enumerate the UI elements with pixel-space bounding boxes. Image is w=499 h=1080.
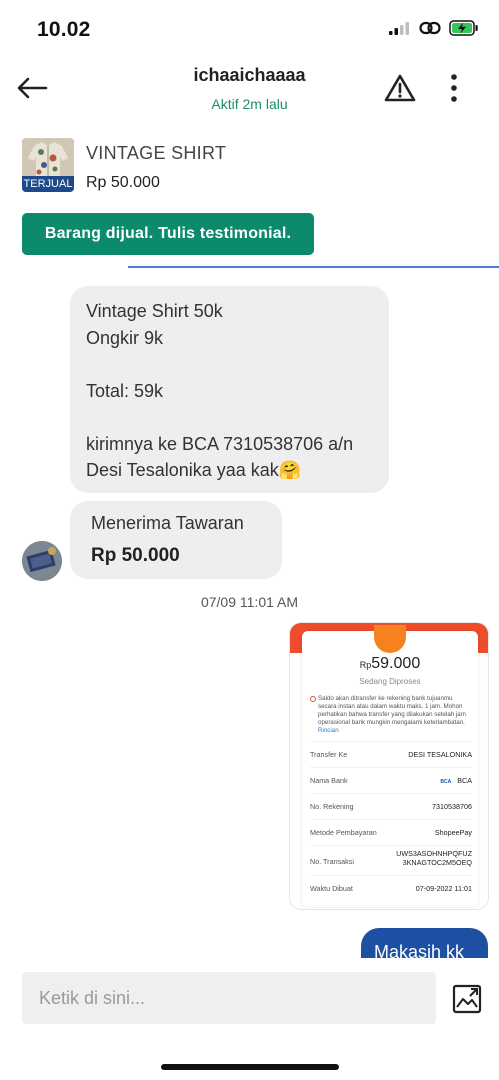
avatar-image xyxy=(22,541,62,581)
receipt-card: Rp59.000 Sedang Diproses Saldo akan ditr… xyxy=(302,625,478,907)
receipt-status-icon xyxy=(374,625,406,653)
transfer-receipt-image[interactable]: Rp59.000 Sedang Diproses Saldo akan ditr… xyxy=(289,622,489,910)
receipt-row-key: Nama Bank xyxy=(310,776,348,785)
receipt-currency: Rp xyxy=(359,660,372,670)
bank-name: BCA xyxy=(457,776,472,785)
report-button[interactable] xyxy=(380,68,420,108)
sold-badge: TERJUAL xyxy=(22,176,74,192)
receipt-row-value: ShopeePay xyxy=(434,828,472,837)
receipt-row: Transfer Ke DESI TESALONIKA xyxy=(310,741,472,765)
receipt-row-value: 7310538706 xyxy=(432,802,472,811)
offer-accepted-bubble[interactable]: Menerima Tawaran Rp 50.000 xyxy=(70,501,282,579)
chat-partner-name[interactable]: ichaaichaaaa xyxy=(0,65,499,86)
write-testimonial-button[interactable]: Barang dijual. Tulis testimonial. xyxy=(22,213,314,255)
message-timestamp: 07/09 11:01 AM xyxy=(200,594,299,610)
previous-message-edge xyxy=(128,266,499,268)
more-vertical-icon xyxy=(451,74,457,102)
product-card[interactable]: TERJUAL VINTAGE SHIRT Rp 50.000 xyxy=(22,138,482,198)
product-name: VINTAGE SHIRT xyxy=(86,143,227,163)
product-price: Rp 50.000 xyxy=(86,174,160,191)
receipt-note-text: Saldo akan ditransfer ke rekening bank t… xyxy=(318,695,466,726)
link-icon xyxy=(419,21,441,35)
receipt-row-value: BCA BCA xyxy=(440,776,472,785)
chat-partner-status: Aktif 2m lalu xyxy=(211,96,288,112)
battery-charging-icon xyxy=(449,20,478,36)
receipt-row-key: Transfer Ke xyxy=(310,750,348,759)
receipt-row-key: No. Transaksi xyxy=(310,857,354,866)
status-bar: 10.02 xyxy=(0,0,499,56)
home-indicator xyxy=(161,1064,339,1070)
receipt-amount-value: 59.000 xyxy=(371,655,421,672)
status-icons xyxy=(389,20,479,36)
message-input[interactable] xyxy=(22,972,436,1024)
receipt-row: No. Transaksi UWS3ASOHNHPQFUZ 3KNAGTOC2M… xyxy=(310,845,472,875)
offer-label: Menerima Tawaran xyxy=(91,513,244,533)
avatar[interactable] xyxy=(22,541,62,581)
receipt-amount: Rp59.000 xyxy=(302,655,478,673)
receipt-status: Sedang Diproses xyxy=(359,677,421,686)
signal-icon xyxy=(389,22,409,35)
receipt-row: No. Rekening 7310538706 xyxy=(310,793,472,817)
receipt-row-value: 07-09-2022 11:01 xyxy=(415,884,472,893)
offer-price: Rp 50.000 xyxy=(91,545,180,566)
message-bubble-incoming[interactable]: Vintage Shirt 50k Ongkir 9k Total: 59k k… xyxy=(70,286,389,493)
receipt-row-key: Metode Pembayaran xyxy=(310,828,377,837)
chat-header: ichaaichaaaa Aktif 2m lalu xyxy=(0,56,499,126)
receipt-row-key: Waktu Dibuat xyxy=(310,884,353,893)
info-icon xyxy=(310,696,316,702)
receipt-note-link: Rincian xyxy=(318,727,339,734)
composer-bar xyxy=(0,958,499,1080)
image-upload-icon xyxy=(452,984,482,1014)
product-thumbnail[interactable]: TERJUAL xyxy=(22,138,74,192)
receipt-note: Saldo akan ditransfer ke rekening bank t… xyxy=(310,695,472,735)
warning-icon xyxy=(384,74,416,102)
status-time: 10.02 xyxy=(37,18,91,41)
attach-image-button[interactable] xyxy=(448,980,486,1018)
receipt-row: Waktu Dibuat 07-09-2022 11:01 xyxy=(310,875,472,899)
receipt-row-value: DESI TESALONIKA xyxy=(408,750,472,759)
receipt-row-value: UWS3ASOHNHPQFUZ 3KNAGTOC2M5OEQ xyxy=(396,849,472,867)
bca-logo: BCA xyxy=(440,779,452,785)
receipt-row: Nama Bank BCA BCA xyxy=(310,767,472,791)
more-options-button[interactable] xyxy=(440,68,468,108)
receipt-row-key: No. Rekening xyxy=(310,802,354,811)
receipt-row: Metode Pembayaran ShopeePay xyxy=(310,819,472,843)
